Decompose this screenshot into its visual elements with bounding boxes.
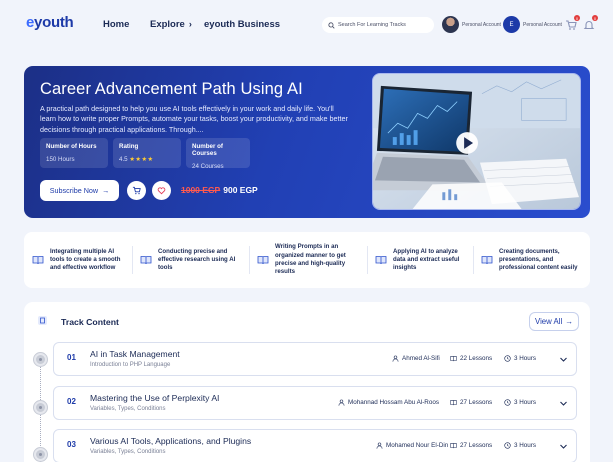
course-hours: 3 Hours — [504, 355, 536, 362]
user-icon — [338, 399, 345, 406]
hero-title: Career Advancement Path Using AI — [40, 80, 303, 98]
subscribe-button[interactable]: Subscribe Now → — [40, 180, 119, 201]
course-row[interactable]: 03 Various AI Tools, Applications, and P… — [53, 429, 577, 462]
add-to-cart-button[interactable] — [127, 181, 146, 200]
book-icon — [450, 400, 457, 406]
course-lessons: 27 Lessons — [450, 399, 492, 406]
book-icon — [38, 316, 47, 325]
feature-item: Creating documents, presentations, and p… — [473, 242, 590, 278]
feature-item: Conducting precise and effective researc… — [132, 242, 249, 278]
search-input[interactable] — [338, 22, 433, 28]
book-icon — [257, 256, 269, 265]
top-navbar: eyouth Home Explore› eyouth Business Per… — [0, 0, 613, 50]
chevron-down-icon[interactable] — [559, 399, 568, 408]
arrow-right-icon: → — [565, 317, 573, 326]
track-content-title: Track Content — [61, 317, 119, 327]
book-icon — [450, 356, 457, 362]
nav-home-link[interactable]: Home — [103, 19, 129, 30]
star-rating-icons: ★★★★ — [129, 156, 154, 163]
timeline-dot — [34, 353, 47, 366]
user-icon — [376, 442, 383, 449]
cart-icon[interactable]: 0 — [565, 15, 580, 30]
feature-item: Integrating multiple AI tools to create … — [24, 242, 132, 278]
cart-icon — [132, 186, 141, 195]
course-title: Mastering the Use of Perplexity AI — [90, 393, 220, 403]
track-content-section: Track Content View All → 01 AI in Task M… — [24, 302, 590, 462]
course-title: AI in Task Management — [90, 349, 180, 359]
wishlist-button[interactable] — [152, 181, 171, 200]
stat-rating: Rating 4.5 ★★★★ — [113, 138, 181, 168]
stats-row: Number of Hours 150 Hours Rating 4.5 ★★★… — [40, 138, 250, 170]
course-instructor: Ahmed Al-Sifi — [392, 355, 440, 362]
view-all-button[interactable]: View All → — [529, 312, 579, 331]
course-number: 01 — [67, 353, 76, 362]
search-bar — [322, 17, 434, 33]
clock-icon — [504, 399, 511, 406]
course-instructor: Mohamed Nour El-Din — [376, 442, 448, 449]
book-icon — [32, 256, 44, 265]
personal-account-photo[interactable]: Personal Account — [442, 16, 501, 33]
clock-icon — [504, 355, 511, 362]
course-lessons: 27 Lessons — [450, 442, 492, 449]
old-price: 1000 EGP — [181, 185, 221, 195]
features-strip: Integrating multiple AI tools to create … — [24, 232, 590, 288]
timeline-dot — [34, 448, 47, 461]
avatar: E — [503, 16, 520, 33]
book-icon — [140, 256, 152, 265]
course-lessons: 22 Lessons — [450, 355, 492, 362]
nav-explore-link[interactable]: Explore › — [150, 19, 192, 30]
personal-account-initial[interactable]: E Personal Account — [503, 16, 562, 33]
user-icon — [392, 355, 399, 362]
course-number: 02 — [67, 397, 76, 406]
course-title: Various AI Tools, Applications, and Plug… — [90, 436, 252, 446]
clock-icon — [504, 442, 511, 449]
notification-badge: 0 — [592, 15, 598, 21]
course-subtitle: Variables, Types, Conditions — [90, 449, 166, 455]
new-price: 900 EGP — [223, 185, 258, 195]
chevron-down-icon[interactable] — [559, 442, 568, 451]
chevron-right-icon: › — [188, 19, 192, 29]
hero-banner: Career Advancement Path Using AI A pract… — [24, 66, 590, 218]
course-hours: 3 Hours — [504, 399, 536, 406]
eyouth-logo[interactable]: eyouth — [26, 14, 74, 31]
course-instructor: Mohannad Hossam Abu Al-Roos — [338, 399, 439, 406]
stat-hours: Number of Hours 150 Hours — [40, 138, 108, 168]
feature-item: Writing Prompts in an organized manner t… — [249, 242, 367, 278]
feature-item: Applying AI to analyze data and extract … — [367, 242, 473, 278]
timeline-dot — [34, 401, 47, 414]
course-number: 03 — [67, 440, 76, 449]
hero-description: A practical path designed to help you us… — [40, 104, 348, 134]
course-preview-video[interactable] — [372, 73, 581, 210]
cart-badge: 0 — [574, 15, 580, 21]
chevron-down-icon[interactable] — [559, 355, 568, 364]
course-subtitle: Introduction to PHP Language — [90, 362, 171, 368]
bell-icon[interactable]: 0 — [583, 15, 598, 30]
course-hours: 3 Hours — [504, 442, 536, 449]
book-icon — [481, 256, 493, 265]
price: 1000 EGP 900 EGP — [181, 185, 258, 195]
avatar — [442, 16, 459, 33]
course-subtitle: Variables, Types, Conditions — [90, 406, 166, 412]
nav-business-link[interactable]: eyouth Business — [204, 19, 280, 30]
course-row[interactable]: 01 AI in Task Management Introduction to… — [53, 342, 577, 376]
book-icon — [375, 256, 387, 265]
stat-courses: Number of Courses 24 Courses — [186, 138, 250, 170]
heart-icon — [157, 187, 166, 195]
arrow-right-icon: → — [102, 186, 110, 195]
search-icon — [328, 21, 335, 29]
book-icon — [450, 443, 457, 449]
course-row[interactable]: 02 Mastering the Use of Perplexity AI Va… — [53, 386, 577, 420]
